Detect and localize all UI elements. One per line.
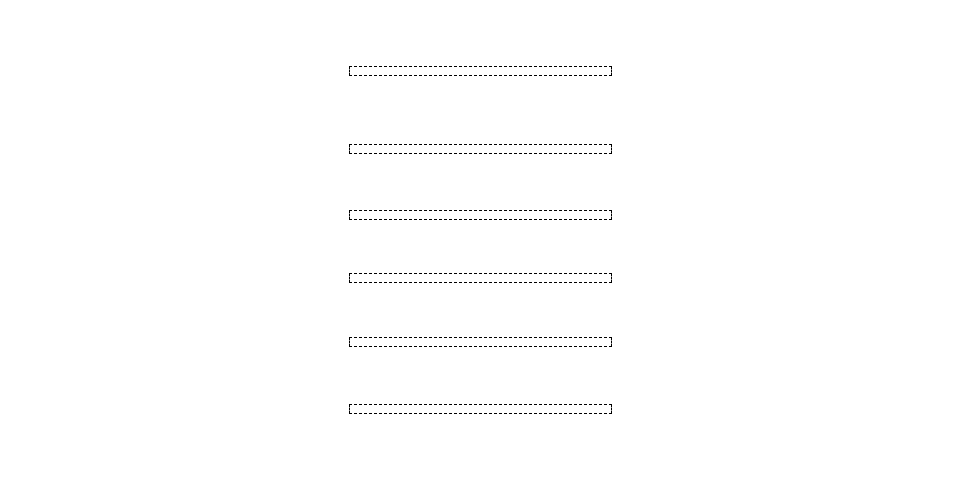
- placeholder-bar-1: [349, 66, 612, 76]
- placeholder-bar-2: [349, 144, 612, 154]
- placeholder-bar-3: [349, 210, 612, 220]
- placeholder-bar-6: [349, 404, 612, 414]
- placeholder-bar-4: [349, 273, 612, 283]
- placeholder-bar-5: [349, 337, 612, 347]
